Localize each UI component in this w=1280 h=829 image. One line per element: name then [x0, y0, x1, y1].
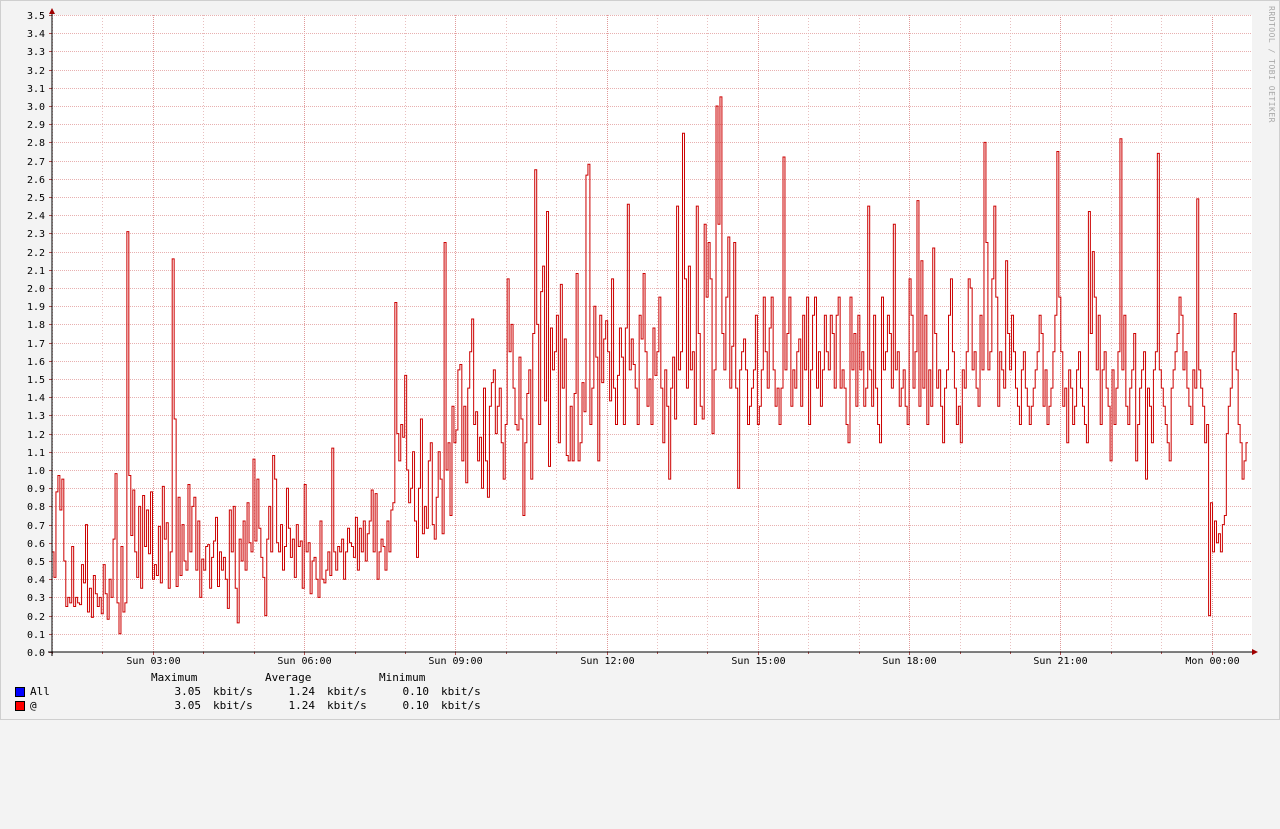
y-tick-label: 1.7 — [27, 339, 45, 350]
legend-min-at: 0.10 — [402, 699, 430, 712]
y-tick-label: 2.3 — [27, 229, 45, 240]
legend-unit-max-all: kbit/s — [213, 685, 253, 698]
y-tick-label: 2.5 — [27, 193, 45, 204]
rrdtool-watermark: RRDTOOL / TOBI OETIKER — [1267, 6, 1276, 123]
x-tick-label: Sun 18:00 — [882, 656, 936, 667]
chart-canvas: 0.0 0.1 0.2 0.3 0.4 0.5 0.6 0.7 0.8 0.9 1.0 1.1 1.2 1… — [27, 8, 1258, 667]
y-tick-label: 2.7 — [27, 157, 45, 168]
legend-max-at: 3.05 — [174, 699, 202, 712]
y-tick-label: 1.9 — [27, 302, 45, 313]
x-tick-label: Sun 03:00 — [126, 656, 180, 667]
y-tick-label: 0.2 — [27, 612, 45, 623]
y-tick-label: 2.9 — [27, 120, 45, 131]
y-tick-label: 0.3 — [27, 593, 45, 604]
legend-unit-min-all: kbit/s — [441, 685, 481, 698]
y-tick-label: 1.6 — [27, 357, 45, 368]
legend-row-all: All 3.05 kbit/s 1.24 kbit/s 0.10 kbit/s — [14, 685, 481, 699]
y-tick-label: 1.8 — [27, 320, 45, 331]
y-tick-label: 3.4 — [27, 29, 45, 40]
x-tick-label: Sun 21:00 — [1033, 656, 1087, 667]
y-tick-label: 1.5 — [27, 375, 45, 386]
y-tick-label: 0.5 — [27, 557, 45, 568]
y-axis-arrow — [49, 8, 55, 14]
legend-avg-at: 1.24 — [288, 699, 316, 712]
legend: Maximum Average Minimum All 3.05 kbit/s … — [14, 671, 481, 713]
x-axis-labels: Sun 03:00 Sun 06:00 Sun 09:00 Sun 12:00 Sun … — [126, 656, 1239, 667]
legend-unit-avg-all: kbit/s — [327, 685, 367, 698]
x-tick-label: Sun 06:00 — [277, 656, 331, 667]
legend-header: Maximum Average Minimum — [14, 671, 425, 685]
y-tick-label: 1.2 — [27, 430, 45, 441]
legend-header-maximum: Maximum — [151, 671, 198, 684]
y-tick-label: 3.2 — [27, 66, 45, 77]
y-tick-label: 0.6 — [27, 539, 45, 550]
y-tick-label: 1.3 — [27, 411, 45, 422]
legend-min-all: 0.10 — [402, 685, 430, 698]
y-tick-label: 0.4 — [27, 575, 45, 586]
legend-unit-min-at: kbit/s — [441, 699, 481, 712]
y-tick-label: 0.7 — [27, 521, 45, 532]
legend-row-at: @ 3.05 kbit/s 1.24 kbit/s 0.10 kbit/s — [14, 699, 481, 713]
legend-max-all: 3.05 — [174, 685, 202, 698]
y-tick-label: 3.1 — [27, 84, 45, 95]
legend-swatch-all — [15, 687, 25, 697]
x-axis-arrow — [1252, 649, 1258, 655]
plot-area — [52, 15, 1252, 652]
legend-header-minimum: Minimum — [379, 671, 426, 684]
legend-swatch-at — [15, 701, 25, 711]
y-tick-label: 1.1 — [27, 448, 45, 459]
legend-avg-all: 1.24 — [288, 685, 316, 698]
y-tick-label: 1.0 — [27, 466, 45, 477]
legend-name-all: All — [30, 685, 50, 698]
y-tick-label: 0.1 — [27, 630, 45, 641]
y-tick-label: 2.8 — [27, 138, 45, 149]
legend-name-at: @ — [30, 699, 37, 712]
y-tick-label: 1.4 — [27, 393, 45, 404]
x-tick-label: Mon 00:00 — [1185, 656, 1239, 667]
legend-unit-avg-at: kbit/s — [327, 699, 367, 712]
y-tick-label: 2.1 — [27, 266, 45, 277]
y-axis-labels: 0.0 0.1 0.2 0.3 0.4 0.5 0.6 0.7 0.8 0.9 1.0 1.1 1.2 1… — [27, 11, 45, 659]
y-tick-label: 3.0 — [27, 102, 45, 113]
y-tick-label: 0.9 — [27, 484, 45, 495]
y-tick-label: 3.3 — [27, 47, 45, 58]
y-tick-label: 0.0 — [27, 648, 45, 659]
y-tick-label: 2.4 — [27, 211, 45, 222]
y-tick-label: 2.6 — [27, 175, 45, 186]
y-tick-label: 3.5 — [27, 11, 45, 22]
y-tick-label: 2.0 — [27, 284, 45, 295]
y-tick-label: 0.8 — [27, 502, 45, 513]
x-tick-label: Sun 12:00 — [580, 656, 634, 667]
x-tick-label: Sun 09:00 — [428, 656, 482, 667]
legend-unit-max-at: kbit/s — [213, 699, 253, 712]
y-tick-label: 2.2 — [27, 248, 45, 259]
x-tick-label: Sun 15:00 — [731, 656, 785, 667]
legend-header-average: Average — [265, 671, 312, 684]
